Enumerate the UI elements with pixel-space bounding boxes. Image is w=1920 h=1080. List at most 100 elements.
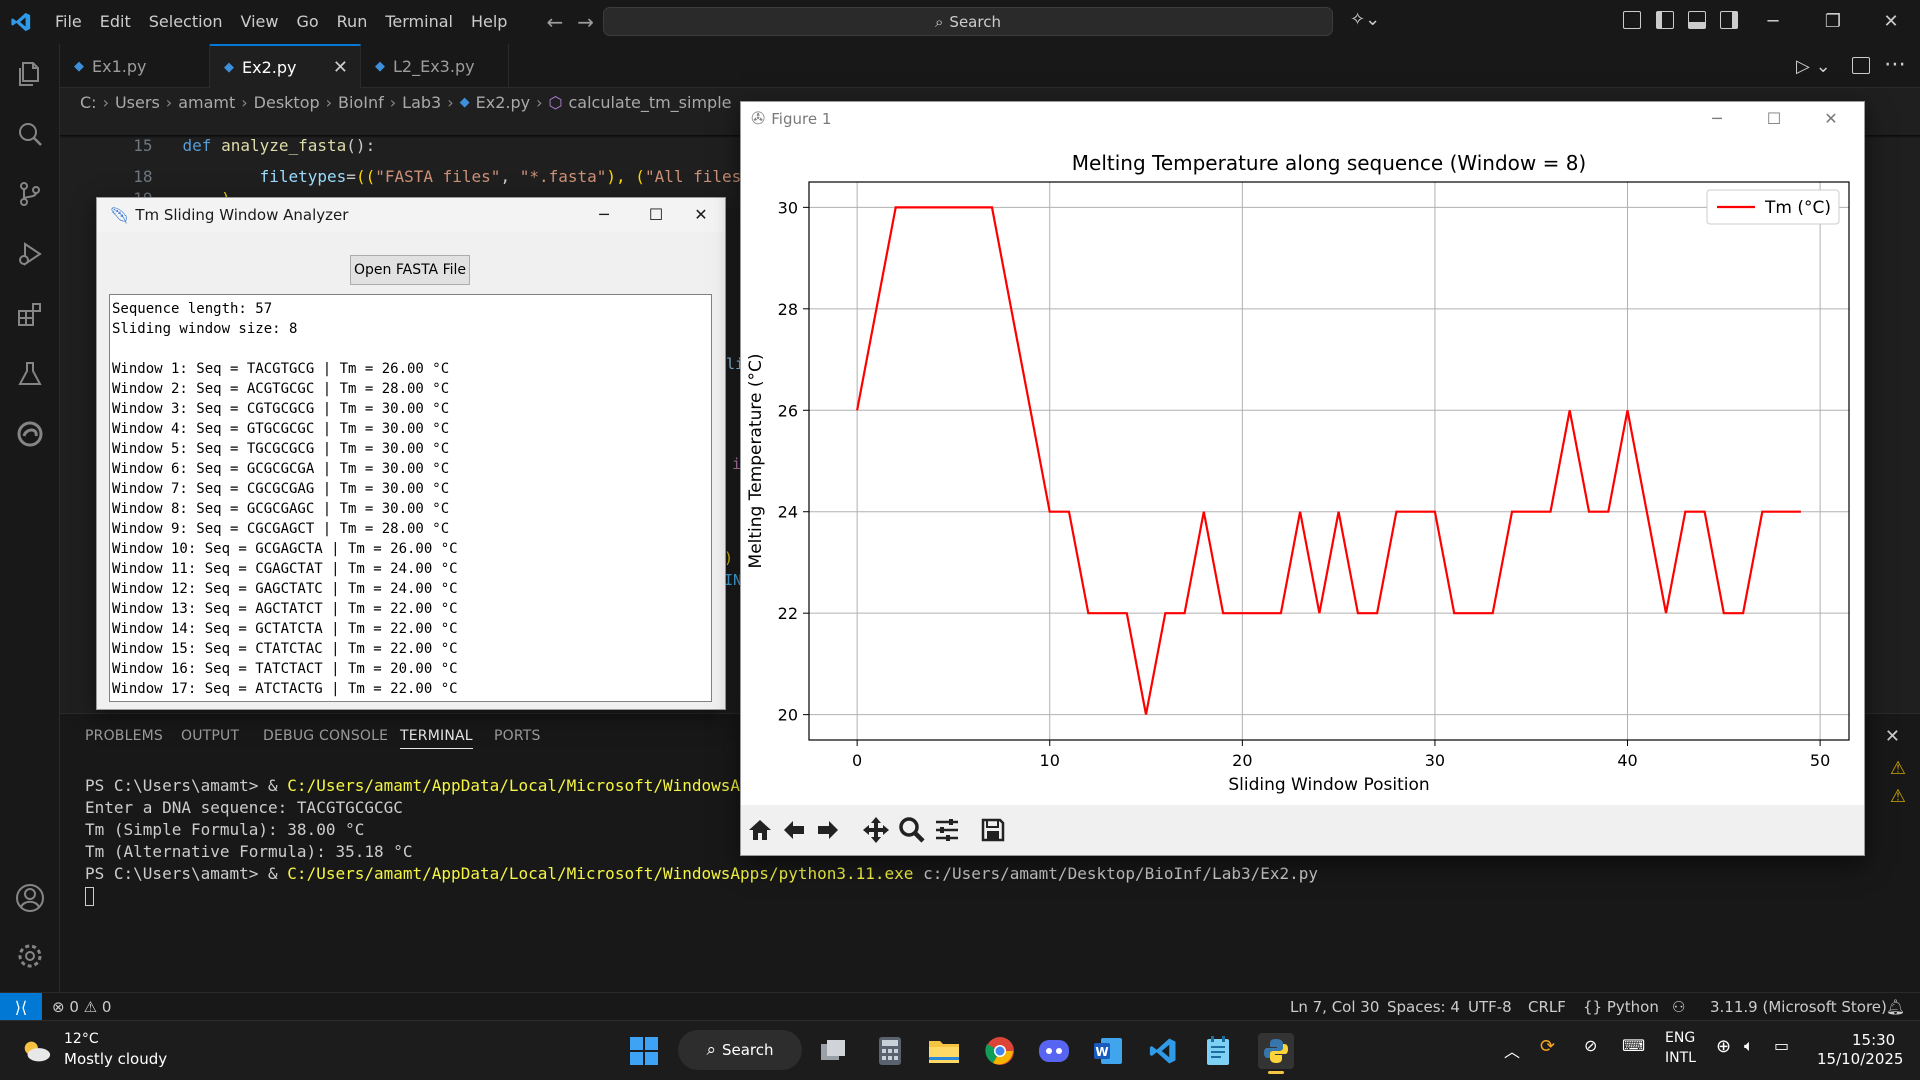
panel-tab-output[interactable]: OUTPUT [181, 728, 239, 744]
command-center-search[interactable]: ⌕ Search [603, 7, 1333, 36]
toggle-primary-sidebar-icon[interactable] [1656, 11, 1674, 29]
zoom-magnifier-icon[interactable] [897, 815, 927, 845]
chevron-up-icon[interactable]: ︿ [1504, 1038, 1520, 1062]
close-window-icon[interactable]: ✕ [677, 198, 725, 232]
notifications-bell-icon[interactable]: 🔔︎ [1886, 993, 1905, 1021]
panel-tab-ports[interactable]: PORTS [494, 728, 541, 744]
forward-arrow-icon[interactable] [813, 815, 843, 845]
breadcrumb-item[interactable]: Ex2.py [476, 93, 530, 112]
panel-tab-debug-console[interactable]: DEBUG CONSOLE [263, 728, 388, 744]
chrome-icon[interactable] [984, 1035, 1016, 1067]
vscode-taskbar-icon[interactable] [1147, 1035, 1179, 1067]
volume-muted-icon[interactable]: 🔈︎ [1744, 1036, 1754, 1056]
split-editor-icon[interactable] [1852, 57, 1870, 74]
python-interpreter[interactable]: 3.11.9 (Microsoft Store) [1710, 993, 1887, 1021]
taskbar-search[interactable]: ⌕ Search [678, 1030, 802, 1070]
breadcrumb-item[interactable]: Users [115, 93, 160, 112]
mute-icon[interactable]: ⊘ [1584, 1036, 1597, 1055]
start-windows-icon[interactable] [628, 1035, 660, 1067]
breadcrumb-item[interactable]: amamt [178, 93, 235, 112]
close-window-icon[interactable]: ✕ [1862, 0, 1920, 44]
maximize-icon[interactable]: ☐ [632, 198, 680, 232]
copilot-status-icon[interactable]: ⚇ [1672, 993, 1685, 1021]
notepad-icon[interactable] [1202, 1035, 1234, 1067]
minimize-icon[interactable]: ─ [580, 198, 628, 232]
input-language[interactable]: ENG [1665, 1030, 1695, 1046]
toggle-secondary-sidebar-icon[interactable] [1720, 11, 1738, 29]
tab-ex1[interactable]: ◆ Ex1.py [60, 44, 210, 88]
save-figure-icon[interactable] [978, 815, 1008, 845]
terminal-cursor-line[interactable] [85, 886, 94, 906]
minimize-icon[interactable]: ─ [1688, 102, 1746, 136]
menu-edit[interactable]: Edit [91, 0, 140, 44]
testing-flask-icon[interactable] [14, 358, 46, 390]
back-arrow-icon[interactable] [779, 815, 809, 845]
clock-date[interactable]: 15/10/2025 [1817, 1050, 1903, 1068]
cursor-position[interactable]: Ln 7, Col 30 [1290, 993, 1379, 1021]
language-mode[interactable]: {} Python [1583, 993, 1659, 1021]
keyboard-icon[interactable]: ⌨ [1622, 1036, 1645, 1055]
configure-subplots-icon[interactable] [932, 815, 962, 845]
remote-indicator-icon[interactable]: ⟩⟨ [0, 993, 42, 1021]
end-of-line[interactable]: CRLF [1528, 993, 1566, 1021]
network-globe-icon[interactable]: ⊕ [1716, 1036, 1731, 1057]
python-app-icon[interactable] [1258, 1033, 1294, 1074]
toggle-sidebar-layout-icon[interactable] [1623, 11, 1641, 29]
battery-icon[interactable]: ▭ [1774, 1036, 1789, 1055]
menu-file[interactable]: File [46, 0, 91, 44]
tk-title-bar[interactable]: 🪶︎ Tm Sliding Window Analyzer [97, 198, 725, 232]
discord-icon[interactable] [1038, 1035, 1070, 1067]
accounts-icon[interactable] [14, 882, 46, 914]
sync-icon[interactable]: ⟳ [1540, 1036, 1555, 1057]
menu-go[interactable]: Go [287, 0, 327, 44]
pan-move-icon[interactable] [861, 815, 891, 845]
menu-terminal[interactable]: Terminal [376, 0, 462, 44]
restore-icon[interactable]: ❐ [1804, 0, 1862, 44]
home-icon[interactable] [745, 815, 775, 845]
forward-arrow-icon[interactable]: → [577, 10, 594, 34]
results-text-area[interactable]: Sequence length: 57 Sliding window size: … [109, 294, 712, 702]
file-explorer-icon[interactable] [928, 1035, 960, 1067]
open-fasta-button[interactable]: Open FASTA File [350, 255, 470, 285]
tab-l2-ex3[interactable]: ◆ L2_Ex3.py [361, 44, 509, 88]
edge-browser-icon[interactable] [14, 418, 46, 450]
close-tab-icon[interactable]: ✕ [333, 57, 348, 78]
breadcrumb-item[interactable]: Lab3 [402, 93, 441, 112]
close-panel-icon[interactable]: ✕ [1885, 726, 1900, 747]
menu-view[interactable]: View [232, 0, 288, 44]
minimize-icon[interactable]: ─ [1744, 0, 1802, 44]
vscode-logo-icon[interactable] [10, 11, 32, 33]
menu-run[interactable]: Run [328, 0, 377, 44]
copilot-icon[interactable]: ✧⌄ [1350, 9, 1380, 30]
panel-tab-problems[interactable]: PROBLEMS [85, 728, 163, 744]
breadcrumb-item[interactable]: BioInf [338, 93, 384, 112]
task-view-icon[interactable] [818, 1035, 850, 1067]
more-actions-icon[interactable]: ⋯ [1884, 52, 1906, 77]
extensions-icon[interactable] [14, 298, 46, 330]
clock-time[interactable]: 15:30 [1852, 1031, 1895, 1049]
menu-selection[interactable]: Selection [140, 0, 232, 44]
source-control-icon[interactable] [14, 178, 46, 210]
input-layout[interactable]: INTL [1665, 1050, 1696, 1066]
calculator-icon[interactable] [874, 1035, 906, 1067]
settings-gear-icon[interactable] [14, 940, 46, 972]
word-icon[interactable]: W [1092, 1035, 1124, 1067]
maximize-icon[interactable]: ☐ [1745, 102, 1803, 136]
encoding[interactable]: UTF-8 [1468, 993, 1512, 1021]
indentation[interactable]: Spaces: 4 [1387, 993, 1460, 1021]
back-arrow-icon[interactable]: ← [546, 10, 563, 34]
search-icon[interactable] [14, 118, 46, 150]
tab-ex2[interactable]: ◆ Ex2.py ✕ [210, 44, 361, 88]
panel-tab-terminal[interactable]: TERMINAL [400, 728, 473, 749]
breadcrumb-item[interactable]: C: [80, 93, 97, 112]
explorer-icon[interactable] [14, 58, 46, 90]
run-debug-icon[interactable] [14, 238, 46, 270]
menu-help[interactable]: Help [462, 0, 516, 44]
weather-cloud-icon[interactable] [20, 1035, 52, 1067]
breadcrumb-item[interactable]: calculate_tm_simple [568, 93, 731, 112]
problems-status[interactable]: ⊗ 0 ⚠ 0 [52, 993, 111, 1021]
toggle-panel-icon[interactable] [1688, 11, 1706, 29]
close-window-icon[interactable]: ✕ [1802, 102, 1860, 136]
run-python-file-icon[interactable]: ▷ ⌄ [1796, 56, 1831, 77]
breadcrumb-item[interactable]: Desktop [254, 93, 320, 112]
